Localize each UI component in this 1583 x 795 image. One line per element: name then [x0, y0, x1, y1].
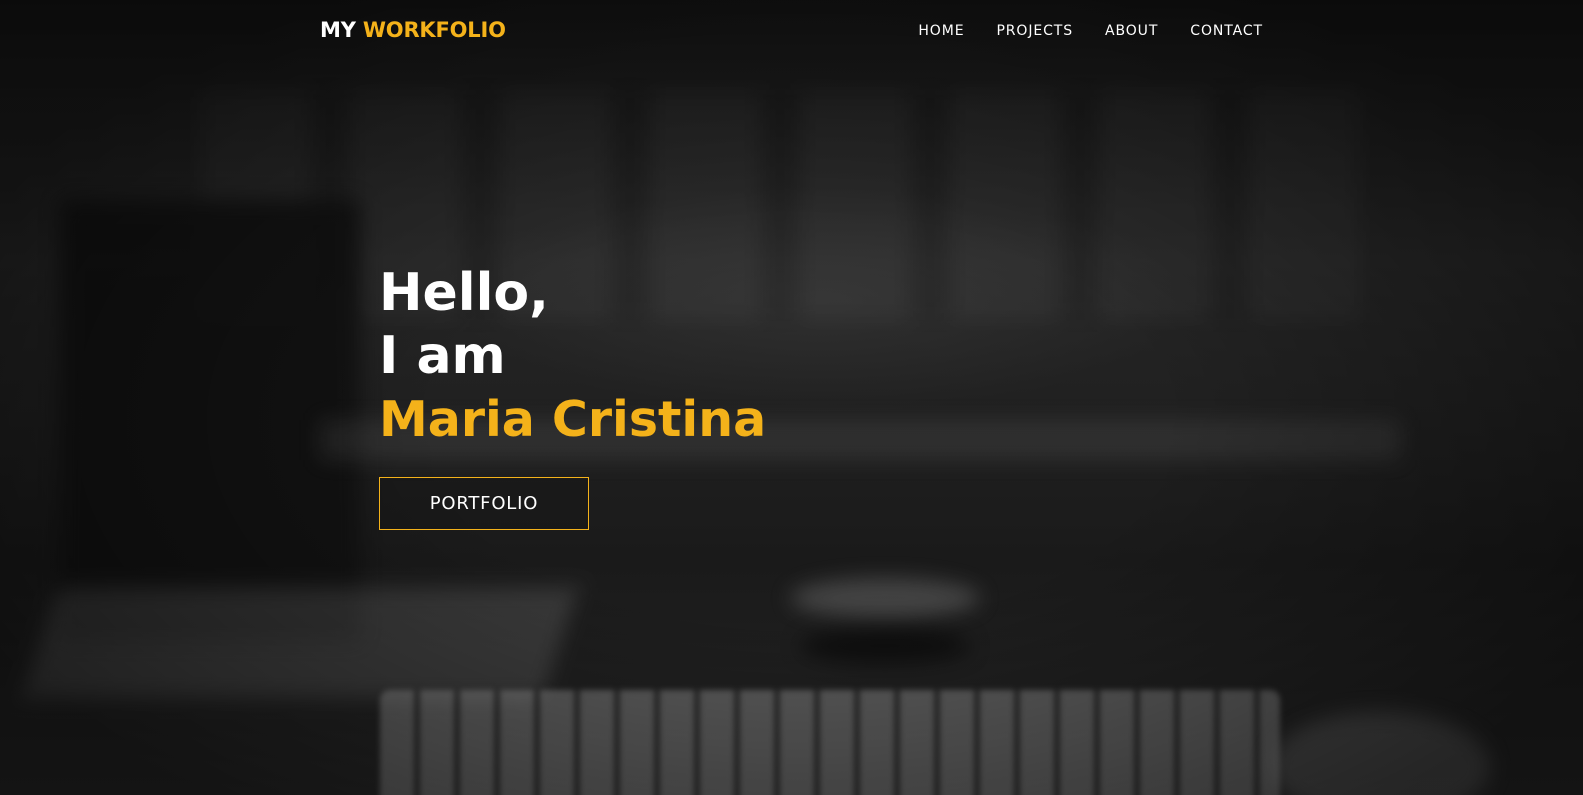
- hero-intro: Hello, I am Maria Cristina: [379, 262, 766, 451]
- nav-link-contact[interactable]: CONTACT: [1190, 23, 1263, 39]
- portfolio-button[interactable]: PORTFOLIO: [379, 477, 589, 530]
- nav-link-about[interactable]: ABOUT: [1105, 23, 1158, 39]
- background-overlay: [0, 0, 1583, 795]
- hero-background: [0, 0, 1583, 795]
- logo-text-accent: WORKFOLIO: [362, 18, 506, 42]
- hero-name: Maria Cristina: [379, 391, 767, 448]
- logo-text-primary: MY: [320, 18, 356, 42]
- nav-link-home[interactable]: HOME: [918, 23, 964, 39]
- navbar: MY WORKFOLIO HOME PROJECTS ABOUT CONTACT: [0, 0, 1583, 64]
- main-nav: HOME PROJECTS ABOUT CONTACT: [918, 23, 1263, 39]
- nav-link-projects[interactable]: PROJECTS: [996, 23, 1073, 39]
- hero-greeting-line2: I am: [379, 326, 506, 386]
- site-logo[interactable]: MY WORKFOLIO: [320, 18, 506, 42]
- hero-greeting-line1: Hello,: [379, 263, 549, 323]
